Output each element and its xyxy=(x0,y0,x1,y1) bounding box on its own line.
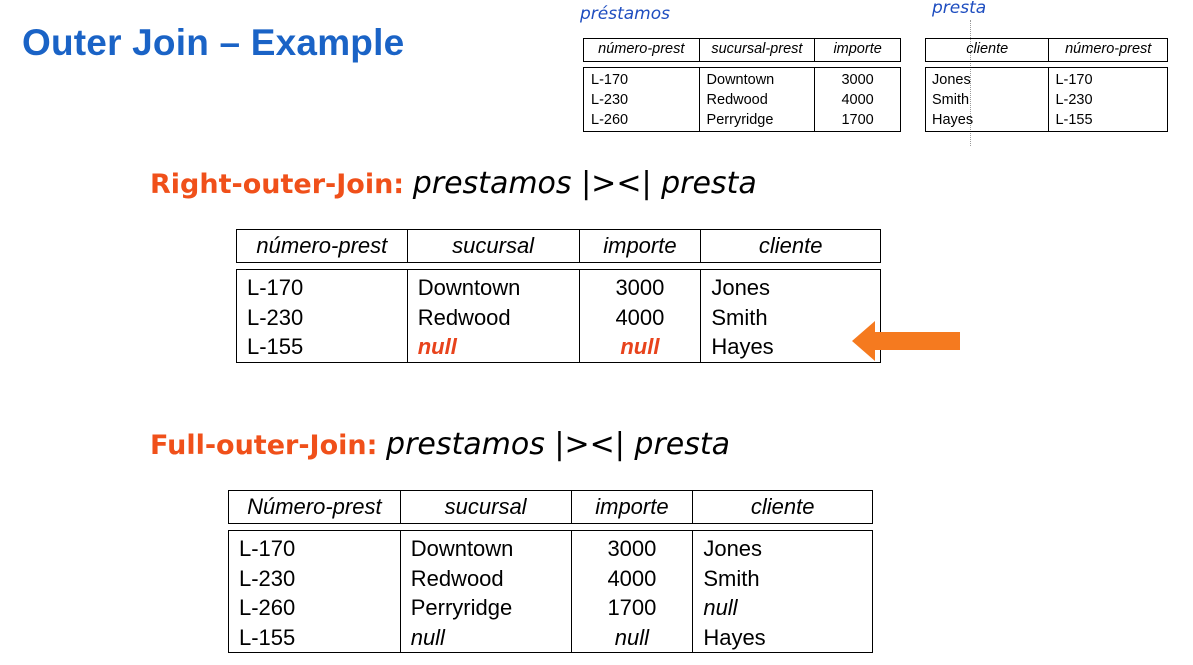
table-cell: Jones xyxy=(703,536,763,561)
left-arrow-icon xyxy=(852,321,960,361)
null-value: null xyxy=(410,624,445,650)
right-outer-heading: Right-outer-Join: prestamos |><| presta xyxy=(150,165,757,201)
table-cell: 3000 xyxy=(841,72,874,88)
table-cell: Jones xyxy=(711,275,771,300)
table-cell: L-170 xyxy=(591,72,629,88)
right-outer-keyword: Right-outer-Join: xyxy=(150,169,405,200)
prestamos-label: préstamos xyxy=(580,4,670,24)
header-cell: importe xyxy=(814,38,901,62)
full-outer-keyword: Full-outer-Join: xyxy=(150,430,378,461)
right-outer-expression: prestamos |><| presta xyxy=(412,166,757,201)
table-cell: 1700 xyxy=(607,595,657,620)
table-cell: 3000 xyxy=(615,275,665,300)
table-cell: L-155 xyxy=(239,624,296,650)
prestamos-table: número-prest sucursal-prest importe L-17… xyxy=(583,38,901,132)
full-outer-header-row: Número-prest sucursal importe cliente xyxy=(228,490,873,524)
full-outer-body: L-170 L-230 L-260 L-155 Downtown Redwood… xyxy=(228,530,873,653)
table-cell: Redwood xyxy=(706,92,768,108)
prestamos-body: L-170 L-230 L-260 Downtown Redwood Perry… xyxy=(583,67,901,132)
full-outer-table: Número-prest sucursal importe cliente L-… xyxy=(228,490,873,653)
presta-body: Jones Smith Hayes L-170 L-230 L-155 xyxy=(924,67,1168,132)
table-cell: Redwood xyxy=(417,304,511,330)
table-cell: Downtown xyxy=(417,275,521,300)
table-cell: 4000 xyxy=(841,92,874,108)
null-value: null xyxy=(417,334,457,359)
table-cell: Smith xyxy=(932,92,970,108)
table-cell: Smith xyxy=(703,565,760,591)
table-cell: L-230 xyxy=(1055,92,1093,108)
null-value: null xyxy=(620,334,660,359)
table-cell: Downtown xyxy=(410,536,514,561)
table-cell: Hayes xyxy=(932,112,974,128)
table-cell: L-155 xyxy=(247,334,304,359)
table-cell: 4000 xyxy=(607,565,657,591)
right-outer-table: número-prest sucursal importe cliente L-… xyxy=(236,229,881,363)
header-cell: sucursal xyxy=(406,229,580,263)
header-cell: sucursal-prest xyxy=(698,38,816,62)
null-value: null xyxy=(703,595,738,620)
table-cell: L-260 xyxy=(591,112,629,128)
prestamos-header-row: número-prest sucursal-prest importe xyxy=(583,38,901,62)
table-cell: L-170 xyxy=(239,536,296,561)
table-cell: 1700 xyxy=(841,112,874,128)
table-cell: L-230 xyxy=(239,565,296,591)
table-cell: Perryridge xyxy=(706,112,774,128)
table-cell: L-170 xyxy=(247,275,304,300)
header-cell: cliente xyxy=(692,490,873,524)
table-cell: Redwood xyxy=(410,565,504,591)
table-cell: Jones xyxy=(932,72,971,88)
presta-table: cliente número-prest Jones Smith Hayes L… xyxy=(924,38,1168,132)
table-cell: Downtown xyxy=(706,72,775,88)
table-cell: L-230 xyxy=(591,92,629,108)
full-outer-heading: Full-outer-Join: prestamos |><| presta xyxy=(150,426,730,462)
header-cell: sucursal xyxy=(399,490,572,524)
null-value: null xyxy=(614,624,650,650)
table-cell: Perryridge xyxy=(410,595,513,620)
right-outer-body: L-170 L-230 L-155 Downtown Redwood null … xyxy=(236,269,881,363)
table-cell: L-155 xyxy=(1055,112,1093,128)
header-cell: importe xyxy=(578,229,702,263)
header-cell: cliente xyxy=(700,229,881,263)
table-cell: L-260 xyxy=(239,595,296,620)
table-cell: 4000 xyxy=(615,304,665,330)
table-cell: L-170 xyxy=(1055,72,1093,88)
presta-header-row: cliente número-prest xyxy=(924,38,1168,62)
table-cell: L-230 xyxy=(247,304,304,330)
header-cell: importe xyxy=(570,490,694,524)
right-outer-header-row: número-prest sucursal importe cliente xyxy=(236,229,881,263)
slide-title: Outer Join – Example xyxy=(22,22,405,63)
header-cell: Número-prest xyxy=(228,490,401,524)
header-cell: número-prest xyxy=(236,229,408,263)
header-cell: cliente xyxy=(924,38,1050,62)
header-cell: número-prest xyxy=(1048,38,1168,62)
table-cell: Hayes xyxy=(703,624,766,650)
table-cell: 3000 xyxy=(607,536,657,561)
header-cell: número-prest xyxy=(583,38,700,62)
full-outer-expression: prestamos |><| presta xyxy=(386,427,731,462)
presta-label: presta xyxy=(932,0,987,18)
